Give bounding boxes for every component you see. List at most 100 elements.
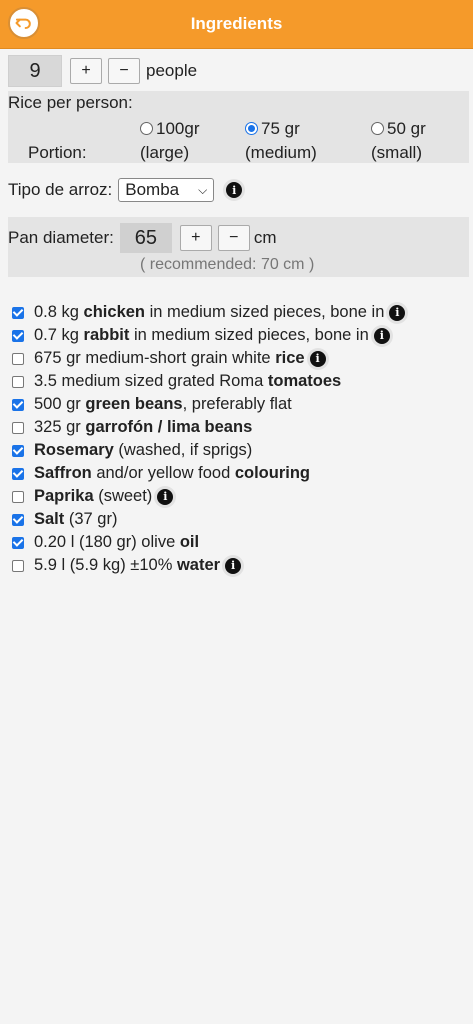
rice-type-value: Bomba xyxy=(125,180,180,199)
portion-amount: 50 gr xyxy=(387,119,426,138)
recommended-diameter: ( recommended: 70 cm ) xyxy=(140,256,315,273)
ingredient-checkbox[interactable] xyxy=(12,467,24,480)
people-count-field[interactable]: 9 xyxy=(8,55,62,87)
portion-size: (medium) xyxy=(245,143,317,162)
ingredient-item[interactable]: 5.9 l (5.9 kg) ±10% water i xyxy=(8,554,473,577)
pan-unit: cm xyxy=(253,228,277,247)
ingredient-item[interactable]: Salt (37 gr) xyxy=(8,508,473,531)
chevron-down-icon: ⌵ xyxy=(198,182,208,197)
radio-medium[interactable] xyxy=(245,122,258,136)
portion-size: (large) xyxy=(140,143,190,162)
ingredient-item[interactable]: 0.7 kg rabbit in medium sized pieces, bo… xyxy=(8,324,473,347)
ingredient-name: Rosemary xyxy=(34,441,114,459)
ingredient-name: oil xyxy=(179,533,200,551)
ingredient-name: rabbit xyxy=(83,326,130,344)
ingredient-detail: 0.8 kg xyxy=(34,303,84,321)
ingredient-text: Rosemary (washed, if sprigs) xyxy=(34,441,252,460)
ingredient-checkbox[interactable] xyxy=(12,306,24,319)
ingredient-name: garrofón / lima beans xyxy=(85,418,253,436)
rice-type-select[interactable]: Bomba ⌵ xyxy=(118,178,215,202)
ingredient-checkbox[interactable] xyxy=(12,329,24,342)
info-icon[interactable]: i xyxy=(226,182,243,198)
ingredient-checkbox[interactable] xyxy=(12,375,24,388)
portion-amount: 100gr xyxy=(156,119,200,138)
info-icon[interactable]: i xyxy=(309,350,326,367)
pan-increment-button[interactable]: + xyxy=(179,225,212,251)
radio-small[interactable] xyxy=(371,122,384,136)
ingredient-detail: 3.5 medium sized grated Roma xyxy=(34,372,268,390)
ingredient-detail: in medium sized pieces, bone in xyxy=(129,326,369,344)
ingredient-item[interactable]: Paprika (sweet) i xyxy=(8,485,473,508)
ingredient-checkbox[interactable] xyxy=(12,536,24,549)
ingredient-detail: 5.9 l (5.9 kg) ±10% xyxy=(34,556,177,574)
ingredient-item[interactable]: Rosemary (washed, if sprigs) xyxy=(8,439,473,462)
ingredient-text: 325 gr garrofón / lima beans xyxy=(34,418,252,437)
portion-amount: 75 gr xyxy=(261,119,300,138)
ingredient-text: 675 gr medium-short grain white rice xyxy=(34,349,305,368)
ingredient-text: Saffron and/or yellow food colouring xyxy=(34,464,310,483)
radio-large[interactable] xyxy=(140,122,153,136)
ingredient-name: green beans xyxy=(85,395,183,413)
ingredient-checkbox[interactable] xyxy=(12,421,24,434)
ingredient-list: 0.8 kg chicken in medium sized pieces, b… xyxy=(8,301,473,577)
ingredient-checkbox[interactable] xyxy=(12,559,24,572)
people-label: people xyxy=(146,61,198,80)
ingredient-checkbox[interactable] xyxy=(12,513,24,526)
ingredient-item[interactable]: Saffron and/or yellow food colouring xyxy=(8,462,473,485)
ingredient-detail: 325 gr xyxy=(34,418,86,436)
ingredient-name: Saffron xyxy=(34,464,92,482)
pan-diameter-field[interactable]: 65 xyxy=(119,223,172,253)
ingredient-item[interactable]: 3.5 medium sized grated Roma tomatoes xyxy=(8,370,473,393)
ingredient-item[interactable]: 0.8 kg chicken in medium sized pieces, b… xyxy=(8,301,473,324)
ingredient-detail: (washed, if sprigs) xyxy=(113,441,253,459)
ingredient-checkbox[interactable] xyxy=(12,490,24,503)
ingredient-detail: 0.7 kg xyxy=(34,326,84,344)
rice-type-row: Tipo de arroz: Bomba ⌵ i xyxy=(8,173,473,207)
ingredient-item[interactable]: 325 gr garrofón / lima beans xyxy=(8,416,473,439)
ingredient-text: 500 gr green beans, preferably flat xyxy=(34,395,292,414)
ingredient-detail: 675 gr medium-short grain white xyxy=(34,349,276,367)
portion-label: Portion: xyxy=(28,143,87,162)
ingredient-checkbox[interactable] xyxy=(12,444,24,457)
ingredient-text: 0.20 l (180 gr) olive oil xyxy=(34,533,199,552)
info-icon[interactable]: i xyxy=(225,557,242,574)
ingredient-detail: and/or yellow food xyxy=(91,464,235,482)
back-button[interactable] xyxy=(8,7,40,39)
ingredient-text: Salt (37 gr) xyxy=(34,510,117,529)
ingredient-text: 3.5 medium sized grated Roma tomatoes xyxy=(34,372,341,391)
ingredient-checkbox[interactable] xyxy=(12,398,24,411)
ingredient-item[interactable]: 0.20 l (180 gr) olive oil xyxy=(8,531,473,554)
ingredient-detail: , preferably flat xyxy=(182,395,292,413)
people-increment-button[interactable]: + xyxy=(70,58,102,84)
pan-diameter-panel: Pan diameter: 65 + − cm ( recommended: 7… xyxy=(8,217,469,277)
info-icon[interactable]: i xyxy=(157,488,174,505)
portion-option-medium[interactable]: 75 gr (medium) xyxy=(245,119,317,163)
people-row: 9 + − people xyxy=(8,55,473,87)
ingredient-detail: 500 gr xyxy=(34,395,86,413)
ingredient-name: colouring xyxy=(234,464,311,482)
ingredient-text: Paprika (sweet) xyxy=(34,487,152,506)
rice-type-label: Tipo de arroz: xyxy=(8,180,113,199)
ingredient-detail: (37 gr) xyxy=(64,510,118,528)
ingredient-detail: (sweet) xyxy=(93,487,153,505)
ingredient-detail: in medium sized pieces, bone in xyxy=(145,303,385,321)
people-decrement-button[interactable]: − xyxy=(108,58,140,84)
ingredient-text: 0.7 kg rabbit in medium sized pieces, bo… xyxy=(34,326,369,345)
ingredient-checkbox[interactable] xyxy=(12,352,24,365)
info-icon[interactable]: i xyxy=(373,327,390,344)
page-title: Ingredients xyxy=(190,14,283,33)
rice-portion-panel: Rice per person: Portion: 100gr (large) … xyxy=(8,91,469,163)
ingredient-name: tomatoes xyxy=(267,372,342,390)
pan-diameter-label: Pan diameter: xyxy=(8,228,114,247)
app-header: Ingredients xyxy=(0,0,473,49)
rice-per-person-heading: Rice per person: xyxy=(8,93,133,112)
ingredient-item[interactable]: 675 gr medium-short grain white rice i xyxy=(8,347,473,370)
pan-decrement-button[interactable]: − xyxy=(217,225,250,251)
ingredient-detail: 0.20 l (180 gr) olive xyxy=(34,533,180,551)
portion-option-small[interactable]: 50 gr (small) xyxy=(371,119,426,163)
ingredient-item[interactable]: 500 gr green beans, preferably flat xyxy=(8,393,473,416)
ingredient-name: Paprika xyxy=(34,487,94,505)
portion-option-large[interactable]: 100gr (large) xyxy=(140,119,199,163)
info-icon[interactable]: i xyxy=(389,304,406,321)
ingredient-name: water xyxy=(176,556,221,574)
